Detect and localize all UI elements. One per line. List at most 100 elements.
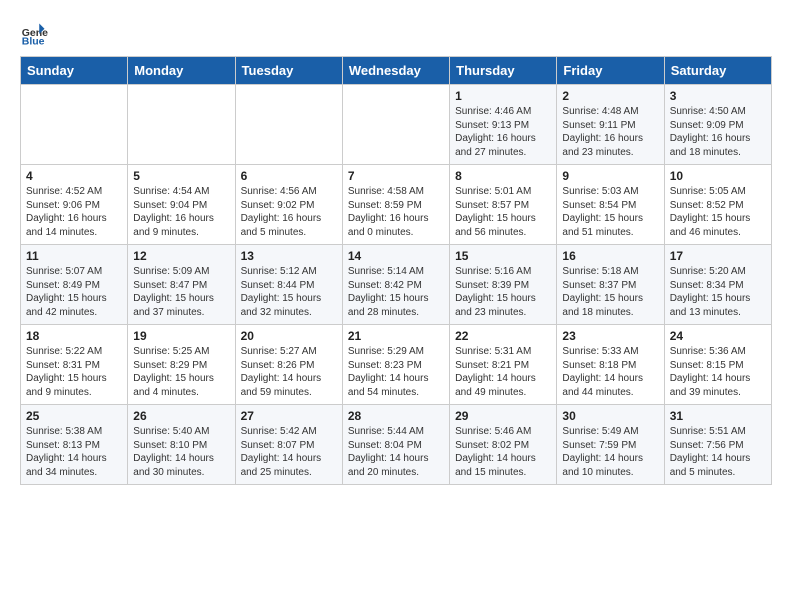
day-number: 20 — [241, 329, 337, 343]
day-number: 7 — [348, 169, 444, 183]
day-content: Sunrise: 5:14 AMSunset: 8:42 PMDaylight:… — [348, 265, 444, 319]
calendar-cell: 25 Sunrise: 5:38 AMSunset: 8:13 PMDayligh… — [21, 405, 128, 485]
day-content: Sunrise: 5:16 AMSunset: 8:39 PMDaylight:… — [455, 265, 551, 319]
day-content: Sunrise: 4:52 AMSunset: 9:06 PMDaylight:… — [26, 185, 122, 239]
calendar-cell: 4 Sunrise: 4:52 AMSunset: 9:06 PMDaylight… — [21, 165, 128, 245]
calendar-cell: 16Sunrise: 5:18 AMSunset: 8:37 PMDayligh… — [557, 245, 664, 325]
calendar-cell: 26 Sunrise: 5:40 AMSunset: 8:10 PMDayligh… — [128, 405, 235, 485]
day-number: 9 — [562, 169, 658, 183]
day-content: Sunrise: 5:03 AMSunset: 8:54 PMDaylight:… — [562, 185, 658, 239]
day-content: Sunrise: 5:44 AMSunset: 8:04 PMDaylight:… — [348, 425, 444, 479]
day-content: Sunrise: 5:12 AMSunset: 8:44 PMDaylight:… — [241, 265, 337, 319]
header-friday: Friday — [557, 57, 664, 85]
day-number: 10 — [670, 169, 766, 183]
calendar-cell: 29 Sunrise: 5:46 AMSunset: 8:02 PMDayligh… — [450, 405, 557, 485]
calendar-cell: 19 Sunrise: 5:25 AMSunset: 8:29 PMDayligh… — [128, 325, 235, 405]
day-content: Sunrise: 5:40 AMSunset: 8:10 PMDaylight:… — [133, 425, 229, 479]
day-content: Sunrise: 4:46 AMSunset: 9:13 PMDaylight:… — [455, 105, 551, 159]
day-number: 24 — [670, 329, 766, 343]
calendar-cell — [128, 85, 235, 165]
day-number: 14 — [348, 249, 444, 263]
logo: General Blue — [20, 20, 52, 48]
calendar-cell: 31 Sunrise: 5:51 AMSunset: 7:56 PMDayligh… — [664, 405, 771, 485]
day-content: Sunrise: 4:56 AMSunset: 9:02 PMDaylight:… — [241, 185, 337, 239]
day-number: 11 — [26, 249, 122, 263]
svg-text:Blue: Blue — [22, 36, 45, 48]
day-content: Sunrise: 4:50 AMSunset: 9:09 PMDaylight:… — [670, 105, 766, 159]
day-number: 21 — [348, 329, 444, 343]
day-content: Sunrise: 5:33 AMSunset: 8:18 PMDaylight:… — [562, 345, 658, 399]
day-number: 31 — [670, 409, 766, 423]
day-content: Sunrise: 5:25 AMSunset: 8:29 PMDaylight:… — [133, 345, 229, 399]
calendar-week-4: 18 Sunrise: 5:22 AMSunset: 8:31 PMDayligh… — [21, 325, 772, 405]
day-content: Sunrise: 5:09 AMSunset: 8:47 PMDaylight:… — [133, 265, 229, 319]
calendar-cell: 27Sunrise: 5:42 AMSunset: 8:07 PMDayligh… — [235, 405, 342, 485]
calendar-cell: 13 Sunrise: 5:12 AMSunset: 8:44 PMDayligh… — [235, 245, 342, 325]
day-content: Sunrise: 5:22 AMSunset: 8:31 PMDaylight:… — [26, 345, 122, 399]
day-number: 29 — [455, 409, 551, 423]
calendar-cell: 21 Sunrise: 5:29 AMSunset: 8:23 PMDayligh… — [342, 325, 449, 405]
day-content: Sunrise: 5:27 AMSunset: 8:26 PMDaylight:… — [241, 345, 337, 399]
day-number: 18 — [26, 329, 122, 343]
day-number: 19 — [133, 329, 229, 343]
calendar-cell: 5 Sunrise: 4:54 AMSunset: 9:04 PMDaylight… — [128, 165, 235, 245]
day-content: Sunrise: 5:01 AMSunset: 8:57 PMDaylight:… — [455, 185, 551, 239]
day-number: 15 — [455, 249, 551, 263]
day-number: 4 — [26, 169, 122, 183]
calendar-table: SundayMondayTuesdayWednesdayThursdayFrid… — [20, 56, 772, 485]
calendar-cell: 2Sunrise: 4:48 AMSunset: 9:11 PMDaylight… — [557, 85, 664, 165]
calendar-cell: 28 Sunrise: 5:44 AMSunset: 8:04 PMDayligh… — [342, 405, 449, 485]
logo-icon: General Blue — [20, 20, 48, 48]
day-number: 23 — [562, 329, 658, 343]
day-content: Sunrise: 5:18 AMSunset: 8:37 PMDaylight:… — [562, 265, 658, 319]
day-content: Sunrise: 5:20 AMSunset: 8:34 PMDaylight:… — [670, 265, 766, 319]
day-content: Sunrise: 5:07 AMSunset: 8:49 PMDaylight:… — [26, 265, 122, 319]
day-number: 28 — [348, 409, 444, 423]
calendar-cell: 20 Sunrise: 5:27 AMSunset: 8:26 PMDayligh… — [235, 325, 342, 405]
calendar-cell: 12 Sunrise: 5:09 AMSunset: 8:47 PMDayligh… — [128, 245, 235, 325]
calendar-week-3: 11 Sunrise: 5:07 AMSunset: 8:49 PMDayligh… — [21, 245, 772, 325]
day-content: Sunrise: 5:05 AMSunset: 8:52 PMDaylight:… — [670, 185, 766, 239]
day-number: 2 — [562, 89, 658, 103]
day-content: Sunrise: 5:46 AMSunset: 8:02 PMDaylight:… — [455, 425, 551, 479]
day-number: 26 — [133, 409, 229, 423]
page-header: General Blue — [20, 20, 772, 48]
calendar-cell — [342, 85, 449, 165]
day-content: Sunrise: 5:29 AMSunset: 8:23 PMDaylight:… — [348, 345, 444, 399]
header-sunday: Sunday — [21, 57, 128, 85]
calendar-cell: 1Sunrise: 4:46 AMSunset: 9:13 PMDaylight… — [450, 85, 557, 165]
day-content: Sunrise: 5:31 AMSunset: 8:21 PMDaylight:… — [455, 345, 551, 399]
day-number: 3 — [670, 89, 766, 103]
day-number: 12 — [133, 249, 229, 263]
day-content: Sunrise: 5:38 AMSunset: 8:13 PMDaylight:… — [26, 425, 122, 479]
calendar-cell: 7 Sunrise: 4:58 AMSunset: 8:59 PMDaylight… — [342, 165, 449, 245]
day-content: Sunrise: 4:58 AMSunset: 8:59 PMDaylight:… — [348, 185, 444, 239]
header-saturday: Saturday — [664, 57, 771, 85]
day-number: 13 — [241, 249, 337, 263]
day-content: Sunrise: 5:51 AMSunset: 7:56 PMDaylight:… — [670, 425, 766, 479]
day-number: 25 — [26, 409, 122, 423]
day-content: Sunrise: 4:54 AMSunset: 9:04 PMDaylight:… — [133, 185, 229, 239]
day-number: 17 — [670, 249, 766, 263]
calendar-cell: 17 Sunrise: 5:20 AMSunset: 8:34 PMDayligh… — [664, 245, 771, 325]
calendar-week-2: 4 Sunrise: 4:52 AMSunset: 9:06 PMDaylight… — [21, 165, 772, 245]
day-number: 6 — [241, 169, 337, 183]
calendar-cell: 30 Sunrise: 5:49 AMSunset: 7:59 PMDayligh… — [557, 405, 664, 485]
calendar-cell — [235, 85, 342, 165]
header-tuesday: Tuesday — [235, 57, 342, 85]
day-content: Sunrise: 5:36 AMSunset: 8:15 PMDaylight:… — [670, 345, 766, 399]
calendar-cell: 9 Sunrise: 5:03 AMSunset: 8:54 PMDaylight… — [557, 165, 664, 245]
day-number: 30 — [562, 409, 658, 423]
day-content: Sunrise: 5:49 AMSunset: 7:59 PMDaylight:… — [562, 425, 658, 479]
calendar-cell: 15 Sunrise: 5:16 AMSunset: 8:39 PMDayligh… — [450, 245, 557, 325]
calendar-cell: 6 Sunrise: 4:56 AMSunset: 9:02 PMDaylight… — [235, 165, 342, 245]
day-number: 22 — [455, 329, 551, 343]
calendar-cell: 14 Sunrise: 5:14 AMSunset: 8:42 PMDayligh… — [342, 245, 449, 325]
header-monday: Monday — [128, 57, 235, 85]
calendar-header-row: SundayMondayTuesdayWednesdayThursdayFrid… — [21, 57, 772, 85]
calendar-cell: 3 Sunrise: 4:50 AMSunset: 9:09 PMDaylight… — [664, 85, 771, 165]
calendar-cell: 11 Sunrise: 5:07 AMSunset: 8:49 PMDayligh… — [21, 245, 128, 325]
day-number: 5 — [133, 169, 229, 183]
calendar-cell: 18 Sunrise: 5:22 AMSunset: 8:31 PMDayligh… — [21, 325, 128, 405]
calendar-cell: 23 Sunrise: 5:33 AMSunset: 8:18 PMDayligh… — [557, 325, 664, 405]
